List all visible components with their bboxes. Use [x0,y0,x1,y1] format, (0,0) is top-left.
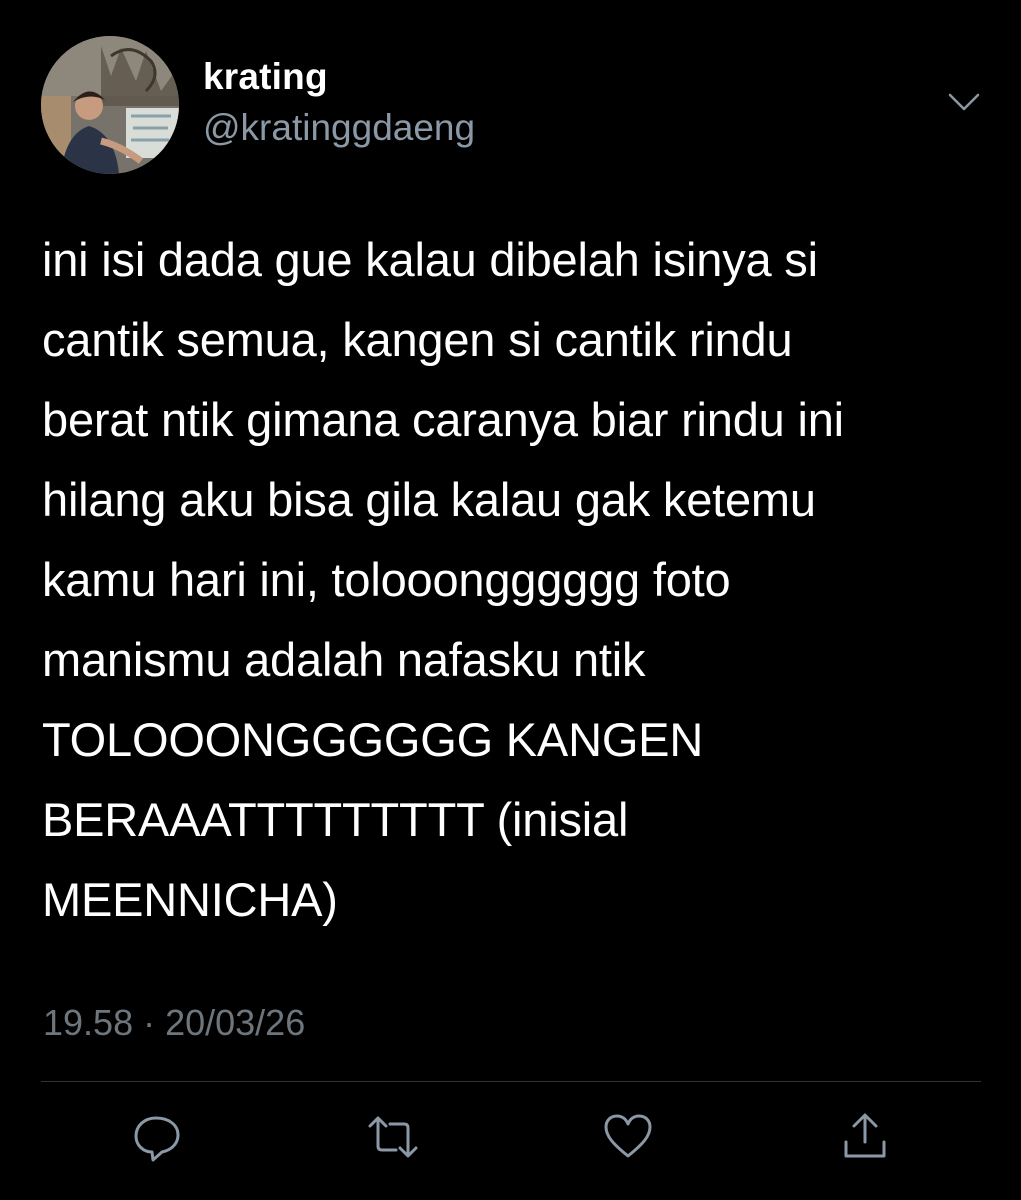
share-button[interactable] [840,1112,890,1162]
reply-icon [134,1116,180,1162]
action-bar [0,1112,1021,1162]
like-button[interactable] [603,1112,653,1162]
avatar-photo [41,36,179,174]
tweet-date: 20/03/26 [165,1002,306,1043]
user-handle[interactable]: @kratinggdaeng [203,107,475,149]
tweet-time: 19.58 [43,1002,134,1043]
divider [41,1081,981,1082]
chevron-down-icon [948,93,980,111]
display-name[interactable]: krating [203,56,328,98]
tweet-timestamp[interactable]: 19.58 · 20/03/26 [43,1002,305,1044]
tweet-text: ini isi dada gue kalau dibelah isinya si… [42,233,844,926]
tweet: krating @kratinggdaeng ini isi dada gue … [0,0,1021,1200]
heart-icon [604,1114,652,1158]
reply-button[interactable] [132,1112,182,1162]
retweet-button[interactable] [368,1112,418,1162]
share-icon [844,1113,886,1158]
meta-separator: · [143,1002,156,1043]
more-options-button[interactable] [946,88,982,116]
avatar[interactable] [41,36,179,174]
retweet-icon [368,1116,418,1158]
